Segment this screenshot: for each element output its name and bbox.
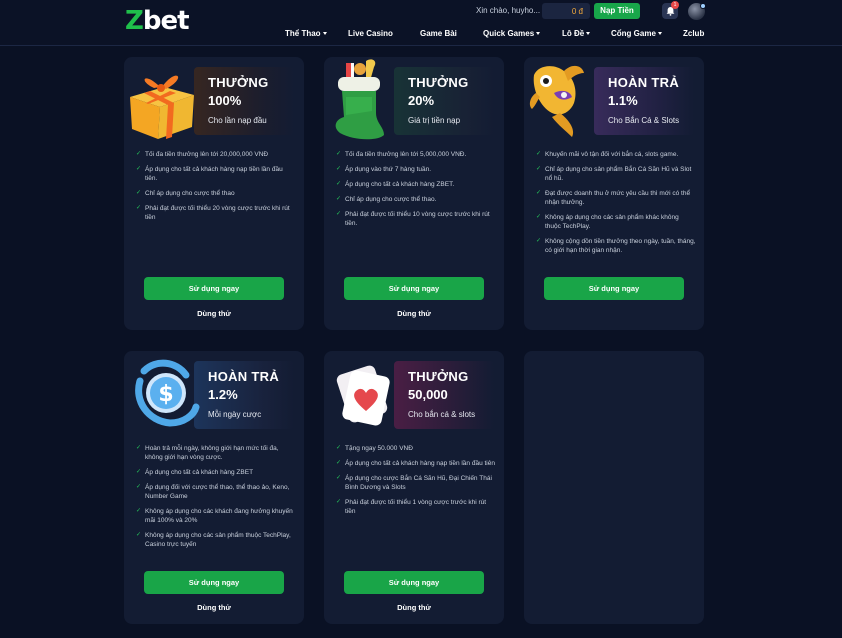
promo-title: THƯỞNG	[208, 75, 269, 90]
nav-live-casino[interactable]: Live Casino	[348, 29, 393, 38]
promo-term: Tối đa tiền thưởng lên tới 20,000,000 VN…	[136, 150, 296, 159]
stocking-icon	[335, 59, 384, 140]
promo-term: Chỉ áp dụng cho cược thể thao.	[336, 195, 496, 204]
use-now-button[interactable]: Sử dụng ngay	[144, 277, 284, 300]
promo-term: Đạt được doanh thu ở mức yêu cầu thì mới…	[536, 189, 696, 207]
notification-badge: 1	[671, 1, 679, 9]
promo-title: THƯỞNG	[408, 369, 469, 384]
promo-term: Tối đa tiền thưởng lên tới 5,000,000 VNĐ…	[336, 150, 496, 159]
promo-terms-list: Tối đa tiền thưởng lên tới 5,000,000 VNĐ…	[336, 150, 496, 234]
nav-the-thao[interactable]: Thể Thao	[285, 29, 327, 38]
promo-card: THƯỞNG 100% Cho lần nạp đầu Tối đa tiền …	[124, 57, 304, 330]
try-button[interactable]: Dùng thử	[324, 603, 504, 612]
nav-quick-games[interactable]: Quick Games	[483, 29, 541, 38]
promo-term: Áp dụng cho cược Bắn Cá Săn Hũ, Đại Chiế…	[336, 474, 496, 492]
try-button[interactable]: Dùng thử	[124, 603, 304, 612]
promo-term: Không cộng dồn tiền thưởng theo ngày, tu…	[536, 237, 696, 255]
promo-term: Khuyến mãi vô tận đối với bắn cá, slots …	[536, 150, 696, 159]
logo-text: bet	[142, 6, 190, 36]
try-button[interactable]: Dùng thử	[124, 309, 304, 318]
promo-terms-list: Tối đa tiền thưởng lên tới 20,000,000 VN…	[136, 150, 296, 228]
promo-value: 1.2%	[208, 387, 238, 402]
promo-term: Áp dụng cho tất cả khách hàng nạp tiền l…	[136, 165, 296, 183]
use-now-button[interactable]: Sử dụng ngay	[544, 277, 684, 300]
nav-zclub[interactable]: Zclub	[683, 29, 704, 38]
heart-card-icon	[336, 365, 390, 426]
golden-fish-icon	[529, 65, 584, 137]
promo-subtitle: Giá trị tiền nạp	[408, 116, 461, 125]
chevron-down-icon	[322, 32, 327, 36]
nav-lo-de[interactable]: Lô Đề	[562, 29, 591, 38]
promo-term: Áp dụng cho tất cả khách hàng nạp tiền l…	[336, 459, 496, 468]
promo-card-header: HOÀN TRẢ 1.1% Cho Bắn Cá & Slots	[524, 57, 704, 149]
chevron-down-icon	[586, 32, 591, 36]
promo-value: 50,000	[408, 387, 448, 402]
promo-value: 20%	[408, 93, 435, 108]
promo-card: THƯỞNG 20% Giá trị tiền nạp Tối đa tiền …	[324, 57, 504, 330]
deposit-button[interactable]: Nạp Tiền	[594, 3, 640, 19]
promo-term: Áp dụng đối với cược thể thao, thể thao …	[136, 483, 296, 501]
use-now-button[interactable]: Sử dụng ngay	[344, 571, 484, 594]
logo-letter-z: Z	[125, 6, 144, 36]
promo-term: Tặng ngay 50.000 VNĐ	[336, 444, 496, 453]
promo-value: 1.1%	[608, 93, 638, 108]
promo-subtitle: Mỗi ngày cược	[208, 410, 262, 419]
use-now-button[interactable]: Sử dụng ngay	[344, 277, 484, 300]
promo-card-header: THƯỞNG 50,000 Cho bắn cá & slots	[324, 351, 504, 443]
empty-promo-card	[524, 351, 704, 624]
promo-terms-list: Hoàn trả mỗi ngày, không giới hạn mức tố…	[136, 444, 296, 555]
chevron-down-icon	[657, 32, 662, 36]
promo-term: Áp dụng cho tất cả khách hàng ZBET	[136, 468, 296, 477]
chevron-down-icon	[536, 32, 541, 36]
gift-box-icon	[130, 75, 194, 139]
promo-term: Áp dụng cho tất cả khách hàng ZBET.	[336, 180, 496, 189]
nav-cong-game[interactable]: Cổng Game	[611, 29, 662, 38]
promo-term: Hoàn trả mỗi ngày, không giới hạn mức tố…	[136, 444, 296, 462]
try-button[interactable]: Dùng thử	[324, 309, 504, 318]
promo-term: Phải đạt được tối thiểu 20 vòng cược trư…	[136, 204, 296, 222]
promo-subtitle: Cho bắn cá & slots	[408, 410, 476, 419]
promo-card-header: THƯỞNG 20% Giá trị tiền nạp	[324, 57, 504, 149]
wallet-balance[interactable]: 0 đ	[542, 3, 590, 19]
promo-value: 100%	[208, 93, 242, 108]
promo-term: Không áp dụng cho các sản phẩm khác khôn…	[536, 213, 696, 231]
avatar-status-icon	[700, 3, 706, 9]
dollar-coin-icon: $	[135, 359, 200, 427]
promo-term: Không áp dụng cho các sản phẩm thuộc Tec…	[136, 531, 296, 549]
promo-card: HOÀN TRẢ 1.1% Cho Bắn Cá & Slots Khuyến …	[524, 57, 704, 330]
promo-card-header: THƯỞNG 100% Cho lần nạp đầu	[124, 57, 304, 149]
promo-term: Chỉ áp dụng cho cược thể thao	[136, 189, 296, 198]
promo-subtitle: Cho lần nạp đầu	[208, 116, 267, 125]
zbet-logo[interactable]: Zbet	[125, 6, 190, 36]
promo-card: $ HOÀN TRẢ 1.2% Mỗi ngày cược Hoàn trả m…	[124, 351, 304, 624]
promo-card: THƯỞNG 50,000 Cho bắn cá & slots Tặng ng…	[324, 351, 504, 624]
promo-term: Không áp dụng cho các khách đang hưởng k…	[136, 507, 296, 525]
promo-term: Phải đạt được tối thiểu 10 vòng cược trư…	[336, 210, 496, 228]
nav-game-bai[interactable]: Game Bài	[420, 29, 457, 38]
promo-term: Áp dụng vào thứ 7 hàng tuần.	[336, 165, 496, 174]
promo-title: HOÀN TRẢ	[208, 369, 280, 384]
promo-terms-list: Khuyến mãi vô tận đối với bắn cá, slots …	[536, 150, 696, 261]
promo-title: THƯỞNG	[408, 75, 469, 90]
user-greeting: Xin chào, huyho...	[476, 6, 541, 15]
promo-card-header: $ HOÀN TRẢ 1.2% Mỗi ngày cược	[124, 351, 304, 443]
promo-subtitle: Cho Bắn Cá & Slots	[608, 116, 680, 125]
promo-title: HOÀN TRẢ	[608, 75, 680, 90]
top-header: Zbet Xin chào, huyho... 0 đ Nạp Tiền 1 T…	[0, 0, 842, 46]
promo-term: Phải đạt được tối thiểu 1 vòng cược trướ…	[336, 498, 496, 516]
svg-text:$: $	[158, 382, 173, 407]
promo-terms-list: Tặng ngay 50.000 VNĐ Áp dụng cho tất cả …	[336, 444, 496, 522]
use-now-button[interactable]: Sử dụng ngay	[144, 571, 284, 594]
promo-term: Chỉ áp dụng cho sản phẩm Bắn Cá Săn Hũ v…	[536, 165, 696, 183]
